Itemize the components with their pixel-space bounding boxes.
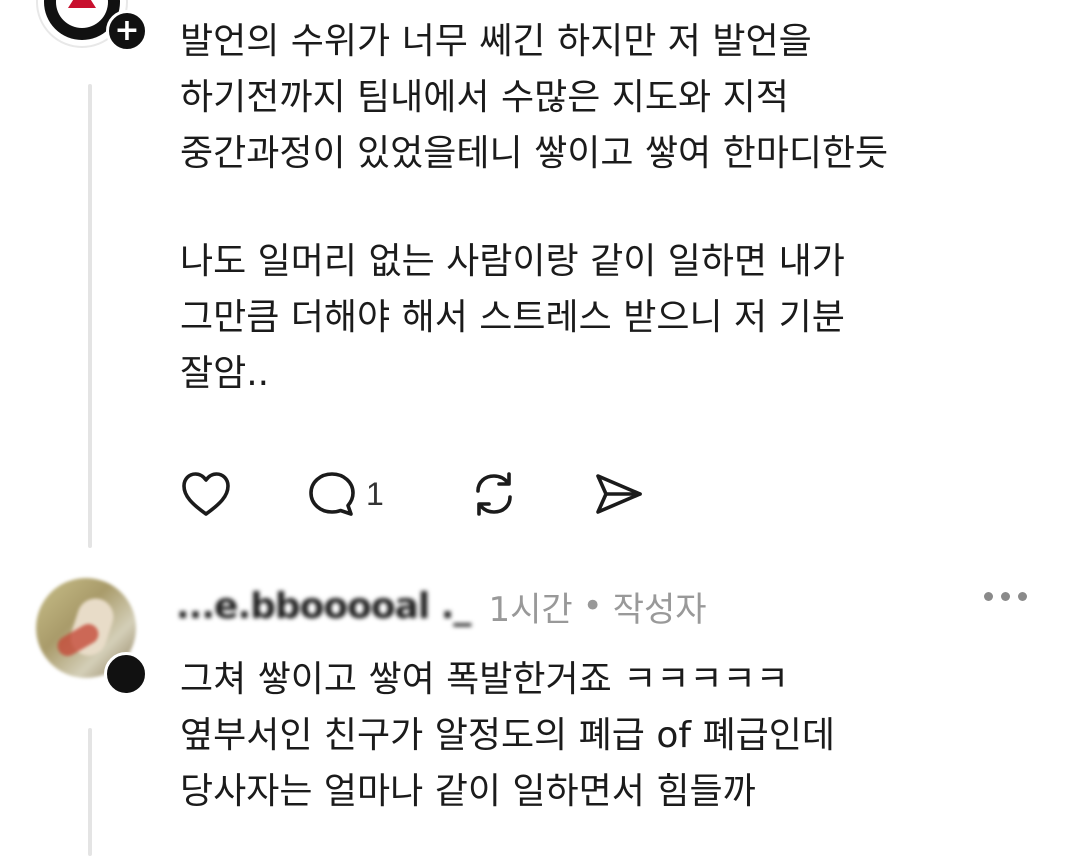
timestamp: 1시간 xyxy=(488,589,573,630)
heart-icon xyxy=(182,472,230,516)
meta-separator: • xyxy=(582,586,603,626)
username[interactable]: ...e.bbooooal ._ xyxy=(176,586,471,627)
like-button[interactable] xyxy=(180,466,232,522)
comment-text: 그쳐 쌓이고 쌓여 폭발한거죠 ㅋㅋㅋㅋㅋ 옆부서인 친구가 알정도의 폐급 o… xyxy=(180,659,835,812)
more-dot xyxy=(984,592,993,601)
repost-icon xyxy=(476,472,512,516)
more-dot xyxy=(1001,592,1010,601)
thread-line xyxy=(88,84,92,548)
reply-count: 1 xyxy=(366,475,384,512)
send-icon xyxy=(596,474,642,514)
comment-paragraph-1: 발언의 수위가 너무 쎄긴 하지만 저 발언을 하기전까지 팀내에서 수많은 지… xyxy=(180,21,889,174)
share-button[interactable] xyxy=(590,466,646,522)
avatar-logo-triangle xyxy=(68,0,96,8)
thread-line xyxy=(88,728,92,856)
repost-button[interactable] xyxy=(468,466,520,522)
reply-button[interactable]: 1 xyxy=(306,466,384,522)
comment-paragraph-2: 나도 일머리 없는 사람이랑 같이 일하면 내가 그만큼 더해야 해서 스트레스… xyxy=(180,241,845,394)
avatar-badge-icon xyxy=(104,652,148,696)
follow-plus-icon[interactable]: + xyxy=(106,10,148,52)
more-dot xyxy=(1018,592,1027,601)
comment-meta: ...e.bbooooal ._ 1시간 • 작성자 xyxy=(176,580,707,632)
more-options-icon[interactable] xyxy=(984,592,1027,601)
speech-bubble-icon xyxy=(309,472,355,516)
author-badge: 작성자 xyxy=(612,589,707,630)
